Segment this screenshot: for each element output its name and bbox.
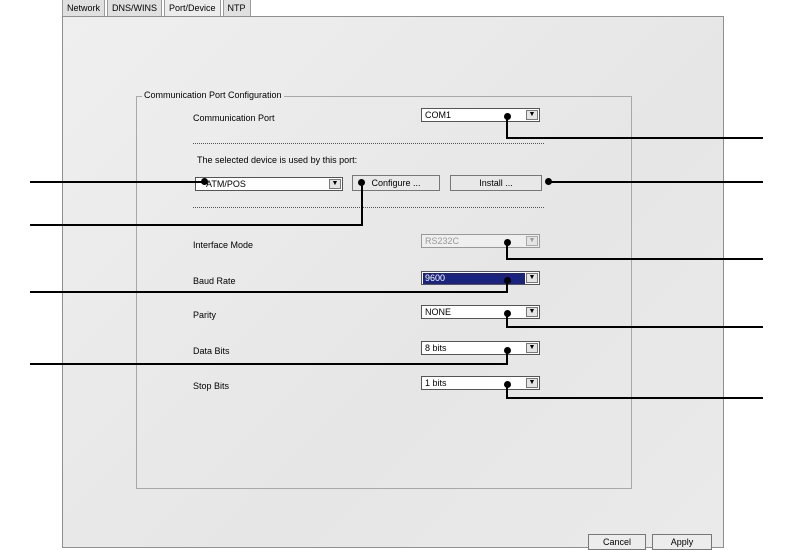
- data-bits-label: Data Bits: [193, 346, 230, 356]
- apply-button[interactable]: Apply: [652, 534, 712, 550]
- chevron-down-icon[interactable]: ▼: [526, 236, 538, 246]
- chevron-down-icon[interactable]: ▼: [526, 110, 538, 120]
- separator-top: [193, 143, 544, 144]
- parity-label: Parity: [193, 310, 217, 320]
- data-bits-select[interactable]: 8 bits ▼: [421, 341, 540, 355]
- callout-line-communication-port-vertical: [506, 118, 508, 139]
- callout-line-baud-rate: [30, 291, 508, 293]
- callout-dot-install: [545, 178, 552, 185]
- callout-line-configure: [30, 224, 363, 226]
- device-note: The selected device is used by this port…: [197, 155, 358, 165]
- baud-rate-select[interactable]: 9600 ▼: [421, 271, 540, 285]
- chevron-down-icon[interactable]: ▼: [526, 273, 538, 283]
- chevron-down-icon[interactable]: ▼: [526, 378, 538, 388]
- install-button[interactable]: Install ...: [450, 175, 542, 191]
- chevron-down-icon[interactable]: ▼: [329, 179, 341, 189]
- tab-strip: Network DNS/WINS Port/Device NTP: [62, 0, 253, 18]
- callout-line-parity: [508, 326, 763, 328]
- baud-rate-label: Baud Rate: [193, 276, 236, 286]
- tab-dns-wins[interactable]: DNS/WINS: [107, 0, 163, 17]
- callout-line-configure-vertical: [361, 185, 363, 226]
- callout-line-data-bits: [30, 363, 508, 365]
- stop-bits-label: Stop Bits: [193, 381, 230, 391]
- callout-line-interface-mode: [508, 258, 763, 260]
- stop-bits-value: 1 bits: [425, 378, 447, 388]
- callout-dot-parity: [504, 310, 511, 317]
- chevron-down-icon[interactable]: ▼: [526, 307, 538, 317]
- interface-mode-value: RS232C: [425, 236, 460, 246]
- cancel-button[interactable]: Cancel: [588, 534, 646, 550]
- callout-dot-baud-rate: [504, 277, 511, 284]
- separator-bottom: [193, 207, 544, 208]
- callout-line-communication-port: [508, 137, 763, 139]
- group-title: Communication Port Configuration: [142, 90, 284, 100]
- communication-port-label: Communication Port: [193, 113, 275, 123]
- callout-line-stop-bits: [508, 397, 763, 399]
- communication-port-value: COM1: [425, 110, 452, 120]
- callout-dot-interface-mode: [504, 239, 511, 246]
- callout-dot-device: [201, 178, 208, 185]
- tab-network[interactable]: Network: [62, 0, 106, 17]
- parity-value: NONE: [425, 307, 452, 317]
- callout-dot-data-bits: [504, 347, 511, 354]
- interface-mode-select[interactable]: RS232C ▼: [421, 234, 540, 248]
- parity-select[interactable]: NONE ▼: [421, 305, 540, 319]
- callout-dot-communication-port: [504, 113, 511, 120]
- stop-bits-select[interactable]: 1 bits ▼: [421, 376, 540, 390]
- device-select[interactable]: ATM/POS ▼: [195, 177, 343, 191]
- callout-line-interface-mode-vertical: [506, 244, 508, 260]
- data-bits-value: 8 bits: [425, 343, 447, 353]
- chevron-down-icon[interactable]: ▼: [526, 343, 538, 353]
- device-value: ATM/POS: [206, 179, 246, 189]
- callout-line-install: [548, 181, 763, 183]
- callout-line-device: [30, 181, 205, 183]
- callout-dot-stop-bits: [504, 381, 511, 388]
- interface-mode-label: Interface Mode: [193, 240, 254, 250]
- communication-port-select[interactable]: COM1 ▼: [421, 108, 540, 122]
- configure-button[interactable]: Configure ...: [352, 175, 440, 191]
- callout-dot-configure: [358, 179, 365, 186]
- tab-ntp[interactable]: NTP: [222, 0, 251, 17]
